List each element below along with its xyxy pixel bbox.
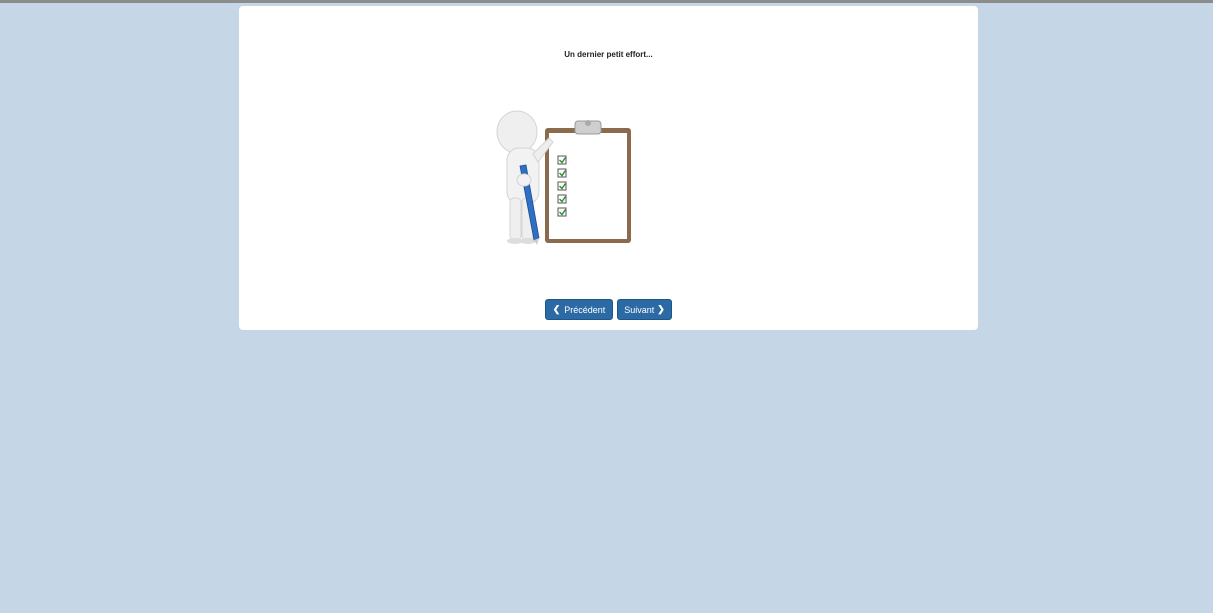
previous-button-label: Précédent	[564, 304, 606, 315]
next-button[interactable]: Suivant ❯	[617, 299, 672, 320]
next-button-label: Suivant	[624, 304, 655, 315]
content-card: Un dernier petit effort... ❮ Précédent S…	[239, 6, 978, 330]
previous-button[interactable]: ❮ Précédent	[545, 299, 613, 320]
navigation-buttons: ❮ Précédent Suivant ❯	[239, 299, 978, 320]
window-top-border	[0, 0, 1213, 3]
chevron-left-icon: ❮	[552, 304, 561, 314]
chevron-right-icon: ❯	[657, 304, 665, 314]
person-clipboard-checklist-icon	[493, 102, 639, 246]
page-title: Un dernier petit effort...	[564, 50, 653, 59]
